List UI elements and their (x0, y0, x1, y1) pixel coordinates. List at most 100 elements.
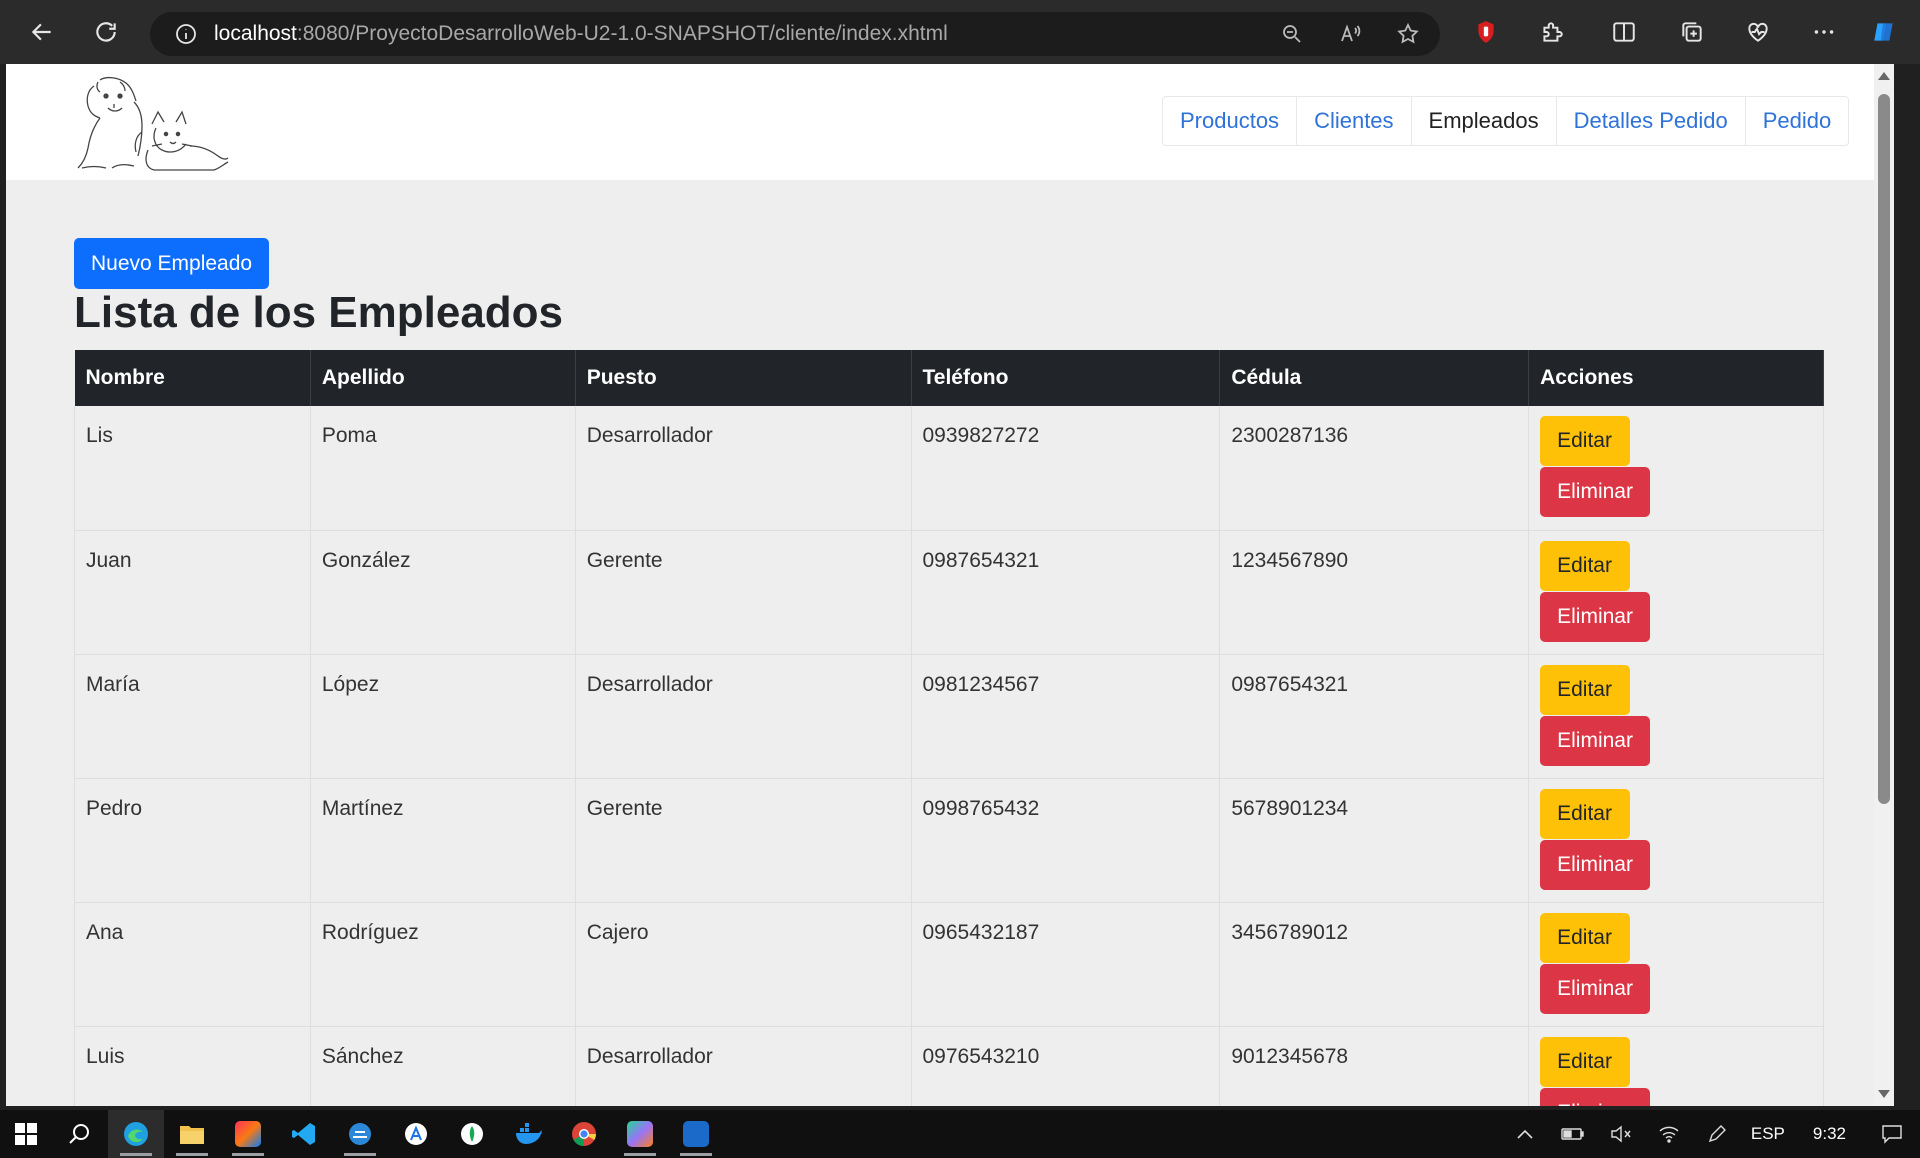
wifi-icon[interactable] (1645, 1110, 1693, 1158)
table-row: Ana Rodríguez Cajero 0965432187 34567890… (74, 902, 1824, 1027)
mongodb-compass-icon[interactable] (444, 1110, 500, 1158)
cell-nombre: Luis (74, 1026, 311, 1106)
edit-button[interactable]: Editar (1540, 540, 1631, 591)
edge-taskbar-icon[interactable] (108, 1110, 164, 1158)
refresh-icon[interactable] (84, 10, 128, 54)
browser-essentials-icon[interactable] (1736, 10, 1780, 54)
cell-nombre: Ana (74, 902, 311, 1027)
header-apellido: Apellido (310, 350, 576, 406)
clock[interactable]: 9:32 (1795, 1124, 1864, 1144)
cell-acciones: Editar Eliminar (1528, 654, 1824, 779)
edit-button[interactable]: Editar (1540, 1036, 1631, 1087)
header-cedula: Cédula (1219, 350, 1530, 406)
extensions-puzzle-icon[interactable] (1530, 10, 1574, 54)
cell-cedula: 2300287136 (1219, 406, 1530, 531)
pets-logo[interactable] (72, 72, 232, 174)
cell-nombre: Juan (74, 530, 311, 655)
delete-button[interactable]: Eliminar (1540, 963, 1651, 1014)
cell-puesto: Desarrollador (575, 406, 912, 531)
cell-nombre: María (74, 654, 311, 779)
cell-acciones: Editar Eliminar (1528, 902, 1824, 1027)
scroll-down-arrow-icon[interactable] (1878, 1090, 1890, 1098)
nav-clientes[interactable]: Clientes (1296, 97, 1410, 145)
nav-detalles-pedido[interactable]: Detalles Pedido (1555, 97, 1745, 145)
cell-acciones: Editar Eliminar (1528, 1026, 1824, 1106)
datagrip-icon[interactable] (612, 1110, 668, 1158)
windows-taskbar: ESP 9:32 (0, 1110, 1920, 1158)
browser-toolbar: localhost:8080/ProyectoDesarrolloWeb-U2-… (0, 0, 1920, 64)
site-navbar: Productos Clientes Empleados Detalles Pe… (6, 64, 1894, 180)
header-puesto: Puesto (575, 350, 912, 406)
new-employee-button[interactable]: Nuevo Empleado (74, 238, 270, 289)
cell-apellido: Sánchez (310, 1026, 576, 1106)
chrome-icon[interactable] (556, 1110, 612, 1158)
more-options-icon[interactable] (1802, 10, 1846, 54)
edit-button[interactable]: Editar (1540, 416, 1631, 466)
cell-telefono: 0987654321 (911, 530, 1221, 655)
scroll-up-arrow-icon[interactable] (1878, 72, 1890, 80)
header-acciones: Acciones (1528, 350, 1824, 406)
cell-apellido: López (310, 654, 576, 779)
cell-telefono: 0939827272 (911, 406, 1221, 531)
volume-muted-icon[interactable] (1597, 1110, 1645, 1158)
windows-start-icon[interactable] (0, 1110, 52, 1158)
edit-button[interactable]: Editar (1540, 912, 1631, 963)
cell-telefono: 0965432187 (911, 902, 1221, 1027)
table-row: María López Desarrollador 0981234567 098… (74, 654, 1824, 779)
page-scrollbar[interactable] (1874, 64, 1894, 1106)
collections-icon[interactable] (1670, 10, 1714, 54)
edit-button[interactable]: Editar (1540, 788, 1631, 839)
netbeans-icon[interactable] (668, 1110, 724, 1158)
cell-nombre: Pedro (74, 778, 311, 903)
cell-telefono: 0976543210 (911, 1026, 1221, 1106)
page-viewport: Productos Clientes Empleados Detalles Pe… (6, 64, 1894, 1106)
copilot-icon[interactable] (1862, 10, 1906, 54)
url-text[interactable]: localhost:8080/ProyectoDesarrolloWeb-U2-… (214, 22, 948, 46)
address-bar[interactable]: localhost:8080/ProyectoDesarrolloWeb-U2-… (150, 12, 1440, 56)
site-info-icon[interactable] (164, 12, 208, 56)
cell-puesto: Desarrollador (575, 1026, 912, 1106)
read-aloud-icon[interactable] (1328, 12, 1372, 56)
table-row: Juan González Gerente 0987654321 1234567… (74, 530, 1824, 655)
delete-button[interactable]: Eliminar (1540, 591, 1651, 642)
language-indicator[interactable]: ESP (1741, 1124, 1795, 1144)
search-icon[interactable] (52, 1110, 108, 1158)
adblock-extension-icon[interactable] (1464, 10, 1508, 54)
cell-apellido: Rodríguez (310, 902, 576, 1027)
notification-icon[interactable] (1864, 1110, 1920, 1158)
system-tray: ESP 9:32 (1501, 1110, 1920, 1158)
employees-table: Nombre Apellido Puesto Teléfono Cédula A… (74, 350, 1824, 1106)
app-store-icon[interactable] (388, 1110, 444, 1158)
vscode-icon[interactable] (276, 1110, 332, 1158)
edit-button[interactable]: Editar (1540, 664, 1631, 715)
delete-button[interactable]: Eliminar (1540, 839, 1651, 890)
nav-productos[interactable]: Productos (1163, 97, 1296, 145)
table-row: Pedro Martínez Gerente 0998765432 567890… (74, 778, 1824, 903)
back-arrow-icon[interactable] (20, 10, 64, 54)
chevron-up-icon[interactable] (1501, 1110, 1549, 1158)
pen-icon[interactable] (1693, 1110, 1741, 1158)
docker-icon[interactable] (500, 1110, 556, 1158)
favorite-star-icon[interactable] (1386, 12, 1430, 56)
file-explorer-icon[interactable] (164, 1110, 220, 1158)
split-screen-icon[interactable] (1602, 10, 1646, 54)
zoom-out-icon[interactable] (1270, 12, 1314, 56)
cell-puesto: Gerente (575, 530, 912, 655)
delete-button[interactable]: Eliminar (1540, 467, 1651, 517)
cell-puesto: Cajero (575, 902, 912, 1027)
intellij-icon[interactable] (220, 1110, 276, 1158)
delete-button[interactable]: Eliminar (1540, 715, 1651, 766)
table-header-row: Nombre Apellido Puesto Teléfono Cédula A… (74, 350, 1824, 406)
main-nav: Productos Clientes Empleados Detalles Pe… (1162, 96, 1850, 146)
cell-telefono: 0998765432 (911, 778, 1221, 903)
cell-acciones: Editar Eliminar (1528, 530, 1824, 655)
nav-pedido[interactable]: Pedido (1744, 97, 1849, 145)
scrollbar-thumb[interactable] (1878, 94, 1890, 804)
delete-button[interactable]: Eliminar (1540, 1087, 1651, 1106)
table-row: Luis Sánchez Desarrollador 0976543210 90… (74, 1026, 1824, 1106)
cell-puesto: Gerente (575, 778, 912, 903)
cell-telefono: 0981234567 (911, 654, 1221, 779)
nav-empleados[interactable]: Empleados (1410, 97, 1556, 145)
azure-data-studio-icon[interactable] (332, 1110, 388, 1158)
battery-icon[interactable] (1549, 1110, 1597, 1158)
